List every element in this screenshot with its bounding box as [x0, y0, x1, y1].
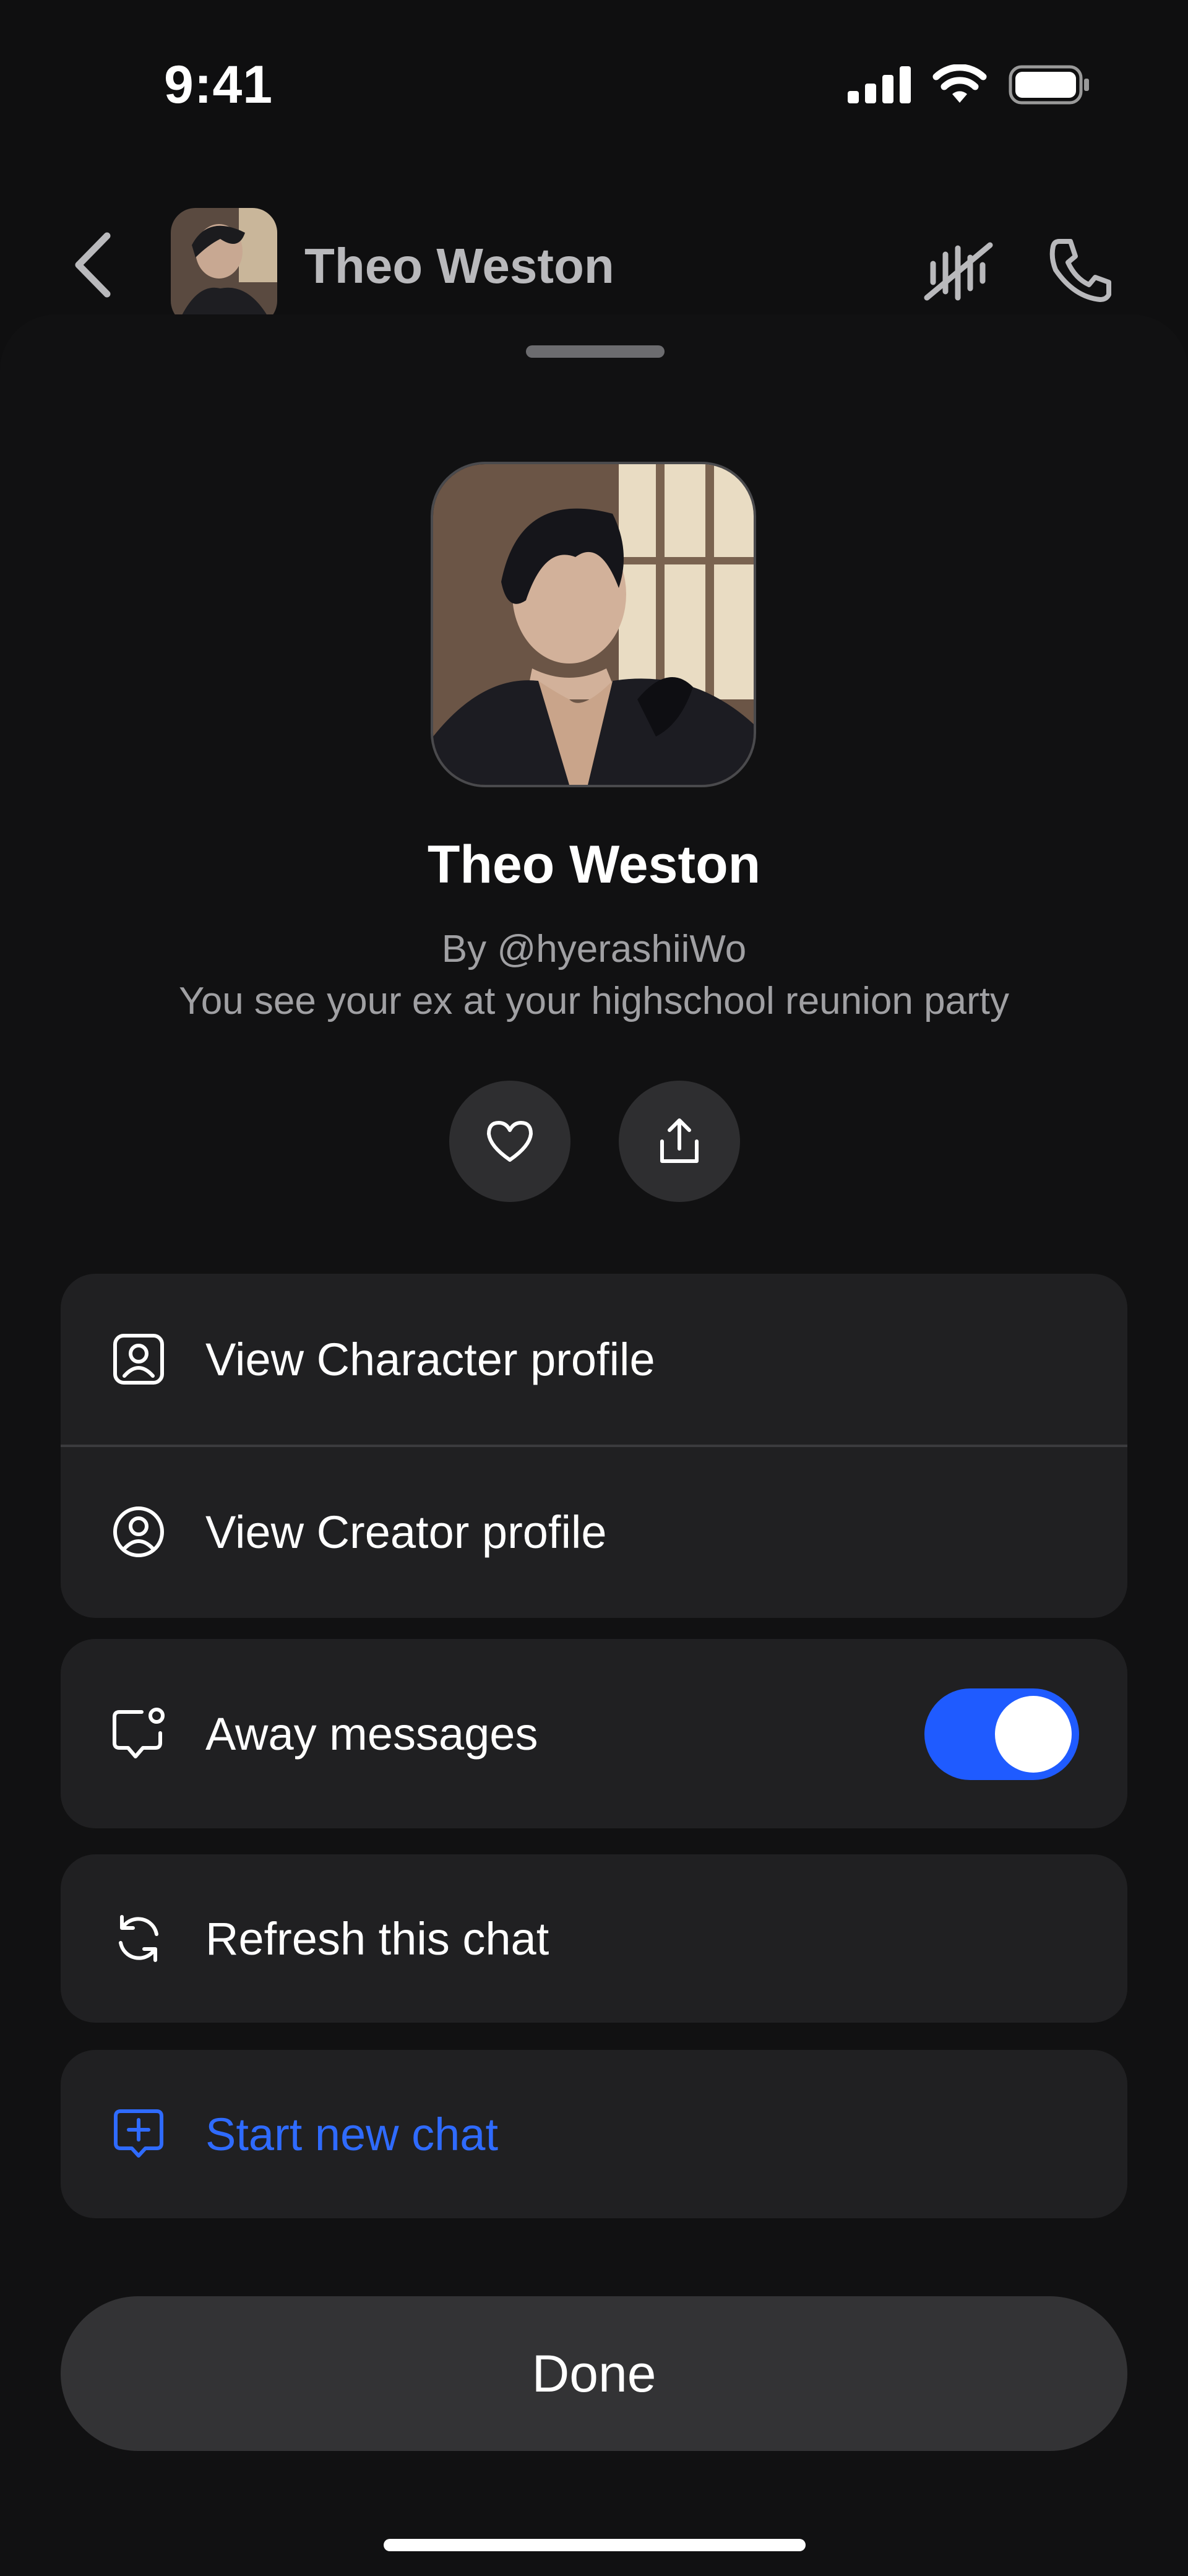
away-messages-toggle[interactable]	[924, 1688, 1079, 1780]
toggle-knob	[995, 1696, 1072, 1773]
refresh-chat-row[interactable]: Refresh this chat	[61, 1854, 1127, 2023]
chat-plus-icon	[110, 2106, 167, 2163]
share-button[interactable]	[619, 1081, 740, 1202]
battery-icon	[1009, 65, 1090, 108]
cellular-signal-icon	[848, 66, 911, 106]
phone-icon	[1049, 239, 1111, 302]
chat-header-name: Theo Weston	[304, 238, 614, 293]
refresh-chat-card: Refresh this chat	[61, 1854, 1127, 2023]
view-creator-profile-row[interactable]: View Creator profile	[61, 1446, 1127, 1618]
chat-header: Theo Weston	[0, 198, 1188, 326]
away-messages-label: Away messages	[205, 1708, 538, 1760]
start-new-chat-row[interactable]: Start new chat	[61, 2050, 1127, 2218]
character-name: Theo Weston	[427, 835, 761, 894]
like-button[interactable]	[449, 1081, 570, 1202]
voice-muted-button[interactable]	[921, 233, 995, 307]
refresh-icon	[110, 1910, 167, 1967]
creator-handle[interactable]: By @hyerashiiWo	[0, 927, 1188, 971]
call-button[interactable]	[1042, 233, 1116, 307]
home-indicator[interactable]	[384, 2539, 806, 2551]
away-messages-row: Away messages	[61, 1639, 1127, 1828]
view-creator-profile-label: View Creator profile	[205, 1506, 607, 1558]
person-circle-icon	[110, 1503, 167, 1560]
view-character-profile-label: View Character profile	[205, 1333, 655, 1385]
status-time: 9:41	[164, 55, 273, 115]
heart-icon	[487, 1121, 533, 1162]
done-button[interactable]: Done	[61, 2296, 1127, 2451]
start-new-chat-card: Start new chat	[61, 2050, 1127, 2218]
wifi-icon	[932, 64, 988, 108]
refresh-chat-label: Refresh this chat	[205, 1913, 549, 1964]
back-button[interactable]	[62, 228, 124, 302]
chat-options-sheet: Theo Weston By @hyerashiiWo You see your…	[0, 314, 1188, 2576]
view-character-profile-row[interactable]: View Character profile	[61, 1274, 1127, 1445]
character-tagline: You see your ex at your highschool reuni…	[179, 980, 1009, 1022]
waveform-off-icon	[924, 242, 993, 301]
share-icon	[660, 1118, 699, 1163]
status-icons	[848, 64, 1090, 108]
header-avatar[interactable]	[171, 208, 277, 326]
away-messages-card: Away messages	[61, 1639, 1127, 1828]
chevron-left-icon	[75, 232, 111, 298]
sheet-grabber[interactable]	[526, 345, 665, 358]
profile-links-card: View Character profile View Creator prof…	[61, 1274, 1127, 1618]
status-bar: 9:41	[0, 0, 1188, 173]
person-square-icon	[110, 1331, 167, 1388]
start-new-chat-label: Start new chat	[205, 2108, 499, 2160]
message-badge-icon	[110, 1705, 167, 1762]
character-avatar	[431, 462, 756, 787]
